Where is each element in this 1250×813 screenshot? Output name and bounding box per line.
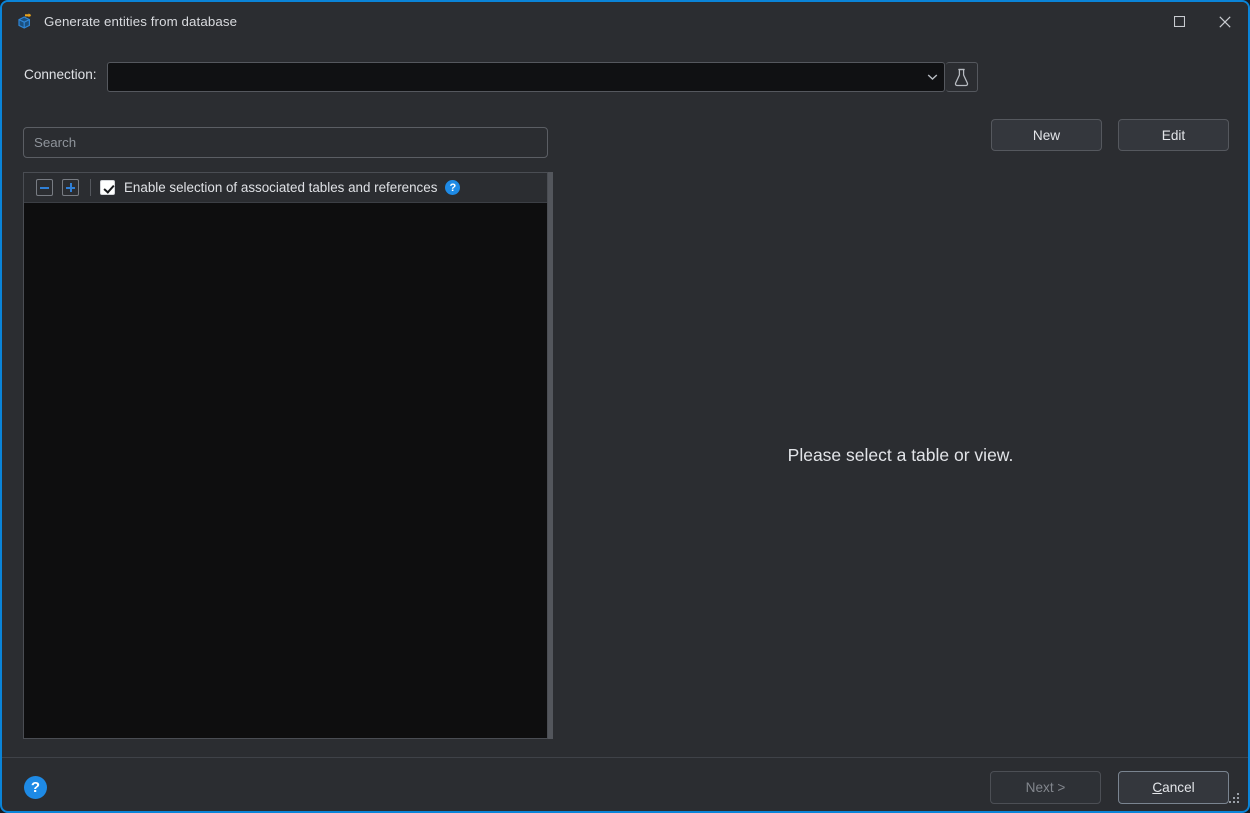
expand-all-icon[interactable]: [62, 179, 79, 196]
tree-toolbar: Enable selection of associated tables an…: [24, 173, 547, 203]
collapse-all-icon[interactable]: [36, 179, 53, 196]
connection-combobox[interactable]: [107, 62, 945, 92]
connection-row: Connection: New Edit: [2, 57, 1248, 151]
test-connection-button[interactable]: [946, 62, 978, 92]
enable-associated-label: Enable selection of associated tables an…: [124, 180, 438, 195]
cancel-mnemonic: C: [1152, 780, 1163, 795]
cancel-label-rest: ancel: [1162, 780, 1195, 795]
toolbar-separator: [90, 179, 91, 196]
resize-grip[interactable]: [1228, 792, 1241, 805]
tables-tree-list[interactable]: [24, 203, 547, 738]
flask-icon: [954, 68, 969, 86]
edit-connection-button[interactable]: Edit: [1118, 119, 1229, 151]
dialog-window: Generate entities from database Connecti…: [0, 0, 1250, 813]
cancel-button[interactable]: Cancel: [1118, 771, 1229, 804]
window-controls: [1156, 2, 1248, 41]
database-entities-icon: [16, 12, 34, 31]
maximize-button[interactable]: [1156, 2, 1202, 41]
new-connection-button[interactable]: New: [991, 119, 1102, 151]
title-bar: Generate entities from database: [2, 2, 1248, 41]
connection-label: Connection:: [24, 67, 97, 82]
help-icon[interactable]: ?: [445, 180, 461, 195]
help-icon[interactable]: ?: [24, 776, 47, 799]
search-input[interactable]: [23, 127, 548, 158]
detail-pane: Please select a table or view.: [553, 172, 1248, 739]
chevron-down-icon[interactable]: [920, 73, 944, 81]
enable-associated-checkbox[interactable]: [100, 180, 115, 195]
detail-empty-message: Please select a table or view.: [787, 445, 1014, 465]
next-button[interactable]: Next >: [990, 771, 1101, 804]
close-button[interactable]: [1202, 2, 1248, 41]
footer-separator: [2, 757, 1248, 758]
tables-tree-panel: Enable selection of associated tables an…: [23, 172, 548, 739]
window-title: Generate entities from database: [44, 14, 238, 29]
